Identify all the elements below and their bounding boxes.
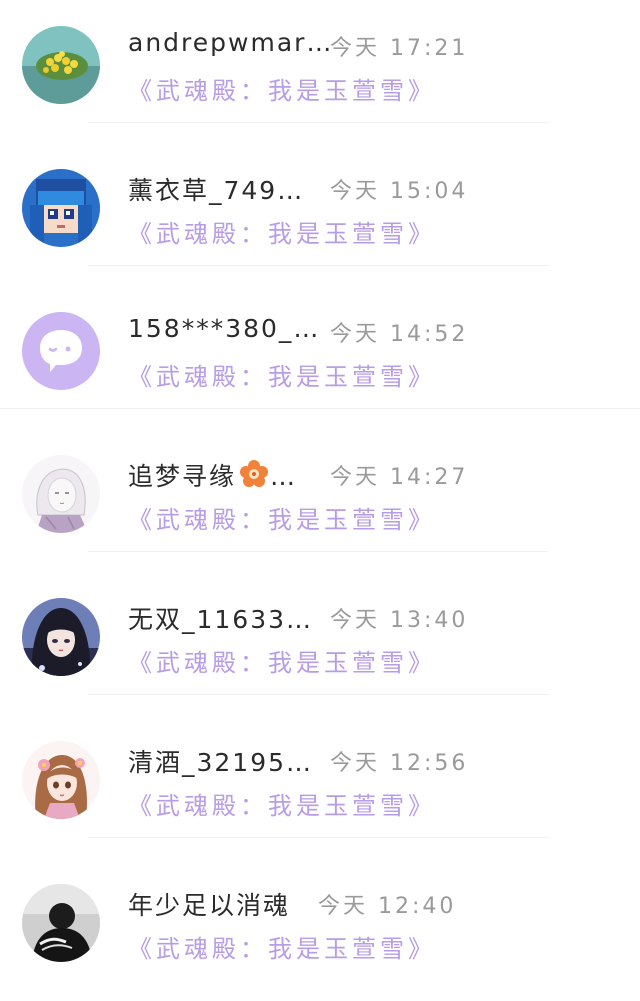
timestamp: 今天 13:40 (330, 608, 469, 633)
message-preview: 《武魂殿：我是玉萱雪》 (128, 792, 436, 820)
avatar[interactable] (22, 598, 100, 676)
contact-name: 薰衣草_749… (128, 176, 305, 205)
pixel-anime-blue-hair-icon (22, 169, 100, 247)
divider (88, 265, 548, 266)
divider (88, 551, 548, 552)
timestamp: 今天 15:04 (330, 179, 469, 204)
divider (88, 122, 548, 123)
anime-girl-flowers-icon (22, 741, 100, 819)
orange-flower-badge-icon (240, 460, 269, 487)
avatar[interactable] (22, 169, 100, 247)
message-preview: 《武魂殿：我是玉萱雪》 (128, 935, 436, 963)
avatar[interactable] (22, 312, 100, 390)
contact-name: andrepwmar… (128, 28, 334, 57)
contact-name: 清酒_32195… (128, 748, 314, 777)
avatar[interactable] (22, 741, 100, 819)
name-ellipsis: … (270, 462, 298, 491)
yellow-flowers-photo-icon (22, 26, 100, 104)
contact-name-text: 追梦寻缘 (128, 462, 237, 491)
sketch-anime-girl-icon (22, 455, 100, 533)
divider (0, 408, 640, 409)
contact-name: 年少足以消魂 (128, 891, 291, 920)
bw-photo-figure-icon (22, 884, 100, 962)
timestamp: 今天 14:27 (330, 465, 469, 490)
timestamp: 今天 12:40 (318, 894, 457, 919)
dark-hair-anime-girl-icon (22, 598, 100, 676)
timestamp: 今天 14:52 (330, 322, 469, 347)
avatar[interactable] (22, 884, 100, 962)
divider (88, 694, 548, 695)
divider (88, 837, 548, 838)
contact-name: 追梦寻缘 … (128, 457, 297, 493)
message-preview: 《武魂殿：我是玉萱雪》 (128, 77, 436, 105)
message-preview: 《武魂殿：我是玉萱雪》 (128, 220, 436, 248)
conversation-list: andrepwmar… 今天 17:21 《武魂殿：我是玉萱雪》 薰衣草_749… (0, 0, 640, 968)
timestamp: 今天 12:56 (330, 751, 469, 776)
contact-name: 无双_11633… (128, 605, 314, 634)
message-preview: 《武魂殿：我是玉萱雪》 (128, 363, 436, 391)
timestamp: 今天 17:21 (330, 36, 469, 61)
conversation-row[interactable]: 年少足以消魂 今天 12:40 《武魂殿：我是玉萱雪》 (0, 858, 640, 1001)
message-preview: 《武魂殿：我是玉萱雪》 (128, 649, 436, 677)
avatar[interactable] (22, 26, 100, 104)
message-preview: 《武魂殿：我是玉萱雪》 (128, 506, 436, 534)
avatar[interactable] (22, 455, 100, 533)
chat-bubble-default-icon (22, 312, 100, 390)
contact-name: 158***380_… (128, 314, 321, 343)
